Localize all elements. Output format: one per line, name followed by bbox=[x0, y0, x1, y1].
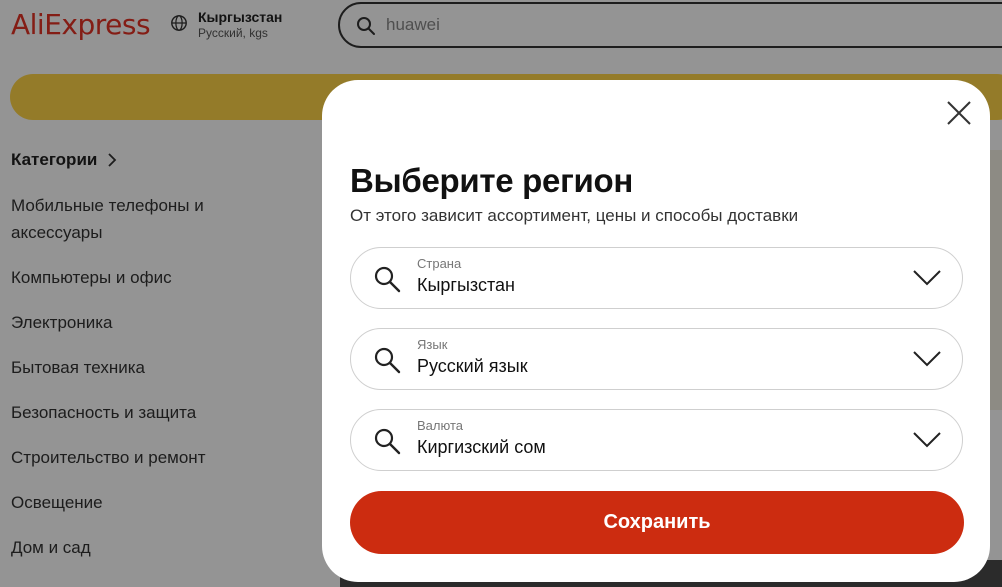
language-value: Русский язык bbox=[417, 356, 528, 376]
chevron-down-icon bbox=[913, 351, 941, 367]
currency-value: Киргизский сом bbox=[417, 437, 546, 457]
country-value: Кыргызстан bbox=[417, 275, 515, 295]
save-button[interactable]: Сохранить bbox=[350, 491, 964, 554]
currency-label: Валюта bbox=[417, 418, 463, 433]
modal-subtitle: От этого зависит ассортимент, цены и спо… bbox=[350, 206, 799, 225]
search-icon bbox=[374, 266, 401, 293]
currency-select[interactable]: Валюта Киргизский сом bbox=[350, 409, 963, 471]
search-icon bbox=[374, 347, 401, 374]
country-select[interactable]: Страна Кыргызстан bbox=[350, 247, 963, 309]
search-icon bbox=[374, 428, 401, 455]
chevron-down-icon bbox=[913, 432, 941, 448]
region-modal: Выберите регион От этого зависит ассорти… bbox=[322, 80, 990, 582]
language-label: Язык bbox=[417, 337, 448, 352]
language-select[interactable]: Язык Русский язык bbox=[350, 328, 963, 390]
modal-title: Выберите регион bbox=[350, 162, 634, 199]
country-label: Страна bbox=[417, 256, 462, 271]
close-icon[interactable] bbox=[946, 100, 972, 126]
chevron-down-icon bbox=[913, 270, 941, 286]
